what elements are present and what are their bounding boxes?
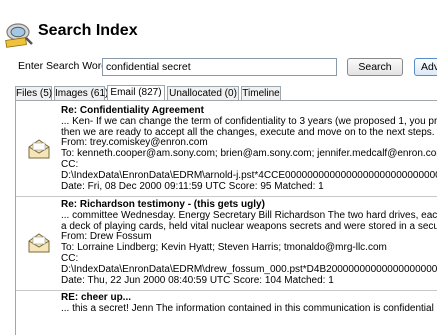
- search-row: Enter Search Words confidential secret S…: [0, 58, 437, 78]
- result-body: Re: Confidentiality Agreement ... Ken- I…: [61, 105, 437, 192]
- result-snippet: ... Ken- If we can change the term of co…: [61, 115, 437, 127]
- app-header: Search Index: [0, 0, 437, 52]
- result-snippet: ... committee Wednesday. Energy Secretar…: [61, 209, 437, 221]
- search-input[interactable]: confidential secret: [102, 58, 337, 76]
- result-meta: Date: Fri, 08 Dec 2000 09:11:59 UTC Scor…: [61, 180, 324, 192]
- result-meta: Date: Thu, 22 Jun 2000 08:40:59 UTC Scor…: [61, 274, 334, 286]
- result-body: RE: cheer up... ... this a secret! Jenn …: [61, 292, 437, 315]
- tab-email[interactable]: Email (827): [107, 85, 165, 100]
- email-envelope-icon: [28, 233, 50, 253]
- tab-unallocated[interactable]: Unallocated (0): [167, 86, 239, 100]
- result-tabs: Files (5) Images (61) Email (827) Unallo…: [15, 85, 437, 101]
- result-snippet: ... this a secret! Jenn The information …: [61, 302, 437, 314]
- result-path: D:\IndexData\EnronData\EDRM\drew_fossum_…: [61, 263, 437, 275]
- result-divider: [16, 290, 437, 291]
- email-envelope-icon: [28, 139, 50, 159]
- search-label: Enter Search Words: [18, 60, 113, 72]
- magnifier-index-icon: [5, 23, 33, 48]
- tab-files[interactable]: Files (5): [15, 86, 52, 100]
- tab-images[interactable]: Images (61): [54, 86, 108, 100]
- result-divider: [16, 196, 437, 197]
- advanced-button[interactable]: Adv: [414, 58, 437, 76]
- tab-timeline[interactable]: Timeline: [241, 86, 281, 100]
- result-to: To: kenneth.cooper@am.sony.com; brien@am…: [61, 148, 437, 160]
- app-title: Search Index: [38, 22, 138, 39]
- result-to: To: Lorraine Lindberg; Kevin Hyatt; Stev…: [61, 242, 387, 254]
- search-button[interactable]: Search: [347, 58, 403, 76]
- results-list[interactable]: Re: Confidentiality Agreement ... Ken- I…: [15, 101, 437, 335]
- result-body: Re: Richardson testimony - (this gets ug…: [61, 199, 437, 286]
- result-path: D:\IndexData\EnronData\EDRM\arnold-j.pst…: [61, 169, 437, 181]
